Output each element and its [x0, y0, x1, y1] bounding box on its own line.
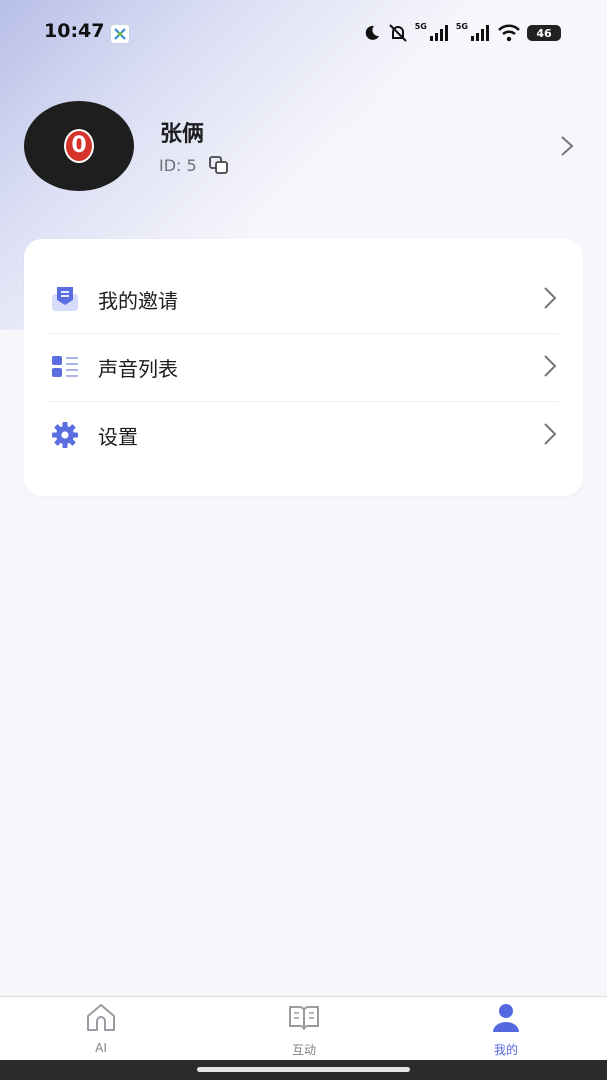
menu-card: 我的邀请 声音列表 设置 — [24, 239, 583, 496]
signal-icon — [429, 25, 448, 41]
avatar[interactable]: 0 — [24, 101, 134, 191]
menu-item-label: 设置 — [98, 424, 138, 449]
nav-tab-interaction[interactable]: 互动 — [264, 1003, 344, 1058]
chevron-right-icon — [541, 353, 559, 383]
menu-item-voice-list[interactable]: 声音列表 — [48, 333, 559, 401]
nav-tab-ai[interactable]: AI — [61, 1003, 141, 1055]
status-icons: 5G 5G 46 — [363, 22, 561, 44]
menu-item-settings[interactable]: 设置 — [48, 401, 559, 469]
bottom-nav: AI 互动 我的 — [0, 996, 607, 1061]
mail-envelope-icon — [50, 284, 80, 314]
chevron-right-icon — [541, 285, 559, 315]
book-icon — [288, 1003, 320, 1037]
wifi-icon — [498, 24, 520, 42]
profile-name: 张俩 — [160, 122, 205, 147]
app-notification-icon — [110, 24, 130, 44]
nav-label: AI — [95, 1041, 107, 1055]
nav-label: 我的 — [493, 1043, 518, 1057]
nav-label: 互动 — [291, 1043, 316, 1057]
mute-bell-icon — [389, 24, 407, 42]
system-gesture-bar — [0, 1060, 607, 1080]
list-icon — [50, 352, 80, 382]
profile-chevron-right-icon[interactable] — [558, 134, 576, 162]
home-icon — [85, 1003, 117, 1037]
battery-indicator: 46 — [527, 25, 561, 41]
avatar-badge: 0 — [64, 129, 94, 163]
menu-item-label: 声音列表 — [98, 356, 178, 381]
nav-tab-mine[interactable]: 我的 — [466, 1003, 546, 1058]
network-type-2: 5G — [455, 21, 468, 31]
gear-icon — [50, 420, 80, 450]
menu-item-label: 我的邀请 — [98, 288, 178, 313]
copy-icon[interactable] — [209, 156, 229, 178]
network-type-1: 5G — [414, 21, 427, 31]
person-icon — [490, 1003, 522, 1037]
home-indicator[interactable] — [197, 1067, 410, 1072]
profile-id: ID: 5 — [159, 156, 197, 175]
chevron-right-icon — [541, 421, 559, 451]
status-bar: 10:47 5G 5G 46 — [0, 0, 607, 66]
moon-icon — [365, 25, 379, 40]
signal-icon-2 — [471, 25, 489, 41]
menu-item-my-invitations[interactable]: 我的邀请 — [48, 265, 559, 333]
status-time: 10:47 — [44, 20, 105, 42]
